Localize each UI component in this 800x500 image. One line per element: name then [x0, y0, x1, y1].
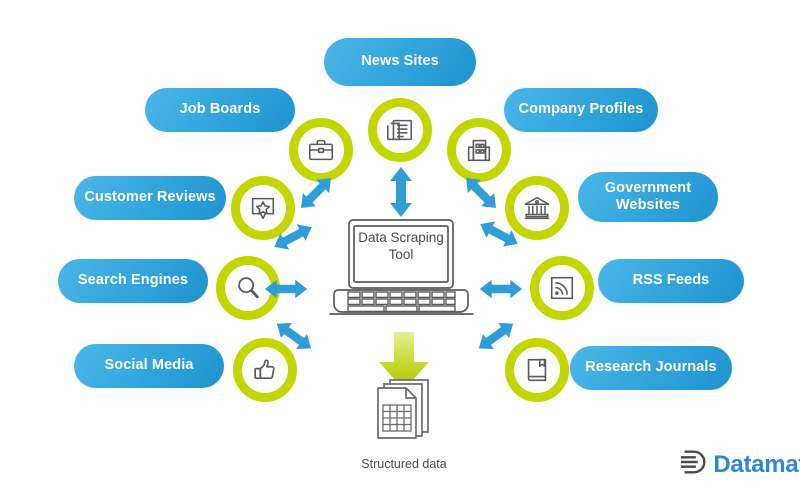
- pill-label: Search Engines: [77, 272, 189, 289]
- pill-label: Job Boards: [179, 101, 261, 118]
- office-building-icon: [464, 135, 494, 165]
- center-label-line1: Data Scraping: [358, 230, 444, 245]
- newspaper-icon: [385, 115, 415, 145]
- pill-rss-feeds[interactable]: RSS Feeds: [598, 259, 744, 303]
- datamatics-d-icon: [679, 447, 709, 482]
- pill-label: Social Media: [104, 357, 194, 374]
- pill-government-websites[interactable]: Government Websites: [578, 172, 718, 222]
- rss-icon: [547, 273, 577, 303]
- bank-icon: [522, 193, 552, 223]
- center-label: Data Scraping Tool: [340, 230, 462, 264]
- brand-logo-text: Datamat: [713, 450, 800, 478]
- diagram-canvas: News Sites Job Boards Company Profiles C…: [0, 0, 800, 500]
- pill-research-journals[interactable]: Research Journals: [570, 346, 732, 390]
- pill-label: Research Journals: [585, 359, 717, 376]
- icon-bubble-social-media[interactable]: [233, 338, 297, 402]
- arrow-news-sites: [388, 166, 414, 218]
- arrow-rss-feeds: [476, 278, 526, 300]
- pill-search-engines[interactable]: Search Engines: [58, 259, 208, 303]
- icon-bubble-research-journals[interactable]: [505, 338, 569, 402]
- center-label-line2: Tool: [388, 246, 414, 262]
- briefcase-icon: [306, 135, 336, 165]
- arrow-search-engines: [261, 278, 311, 300]
- pill-social-media[interactable]: Social Media: [74, 344, 224, 388]
- icon-bubble-news-sites[interactable]: [368, 98, 432, 162]
- pill-label: RSS Feeds: [632, 272, 710, 289]
- pill-label: Customer Reviews: [84, 189, 216, 206]
- documents-stack-icon: [350, 376, 458, 455]
- pill-label: Company Profiles: [518, 101, 644, 118]
- icon-bubble-rss-feeds[interactable]: [530, 256, 594, 320]
- pill-news-sites[interactable]: News Sites: [324, 38, 476, 86]
- structured-data-label: Structured data: [361, 457, 447, 471]
- brand-logo: Datamat: [679, 447, 800, 482]
- review-star-icon: [248, 193, 278, 223]
- book-icon: [522, 355, 552, 385]
- pill-label: Government Websites: [604, 179, 692, 213]
- thumbs-up-icon: [250, 355, 280, 385]
- structured-data-output: Structured data: [350, 330, 458, 471]
- pill-customer-reviews[interactable]: Customer Reviews: [74, 176, 226, 220]
- pill-job-boards[interactable]: Job Boards: [145, 88, 295, 132]
- magnifier-icon: [233, 273, 263, 303]
- icon-bubble-company-profiles[interactable]: [447, 118, 511, 182]
- pill-label: News Sites: [361, 53, 439, 70]
- pill-company-profiles[interactable]: Company Profiles: [504, 88, 658, 132]
